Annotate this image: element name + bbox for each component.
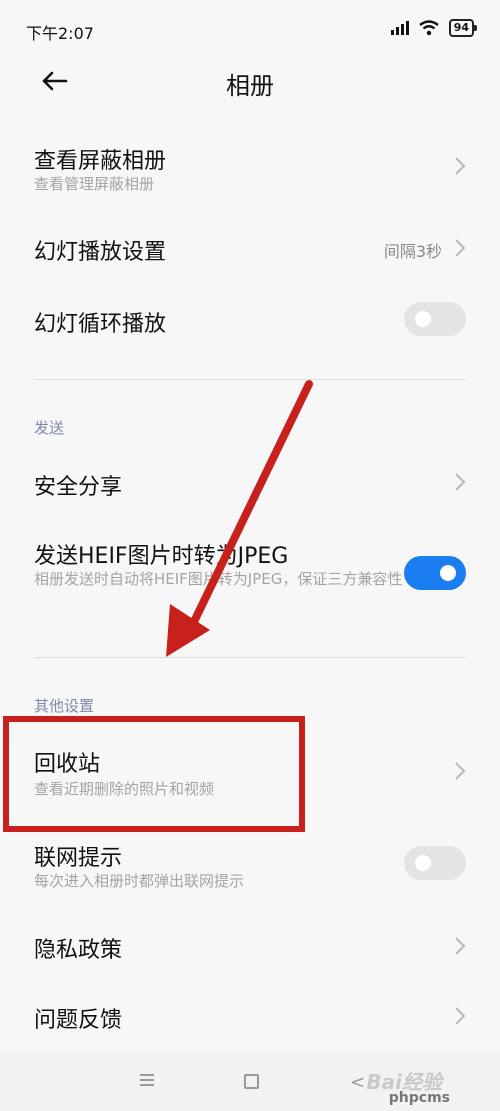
annotation-arrow xyxy=(166,380,313,657)
home-icon[interactable] xyxy=(244,1074,259,1089)
menu-icon[interactable] xyxy=(140,1074,154,1089)
site-watermark: phpcms xyxy=(388,1090,450,1106)
nav-back-icon[interactable]: < xyxy=(350,1072,365,1093)
